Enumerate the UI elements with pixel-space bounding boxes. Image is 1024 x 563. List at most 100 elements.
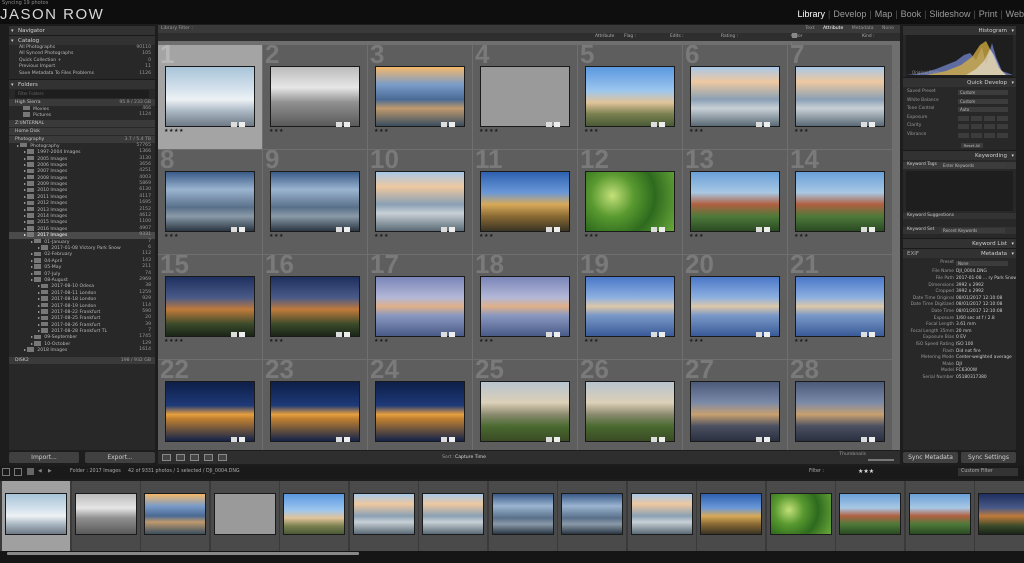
photo-thumbnail[interactable] [375,381,465,442]
photo-thumbnail[interactable] [480,66,570,127]
photo-thumbnail[interactable] [795,381,885,442]
star-rating[interactable]: ★★★ [269,338,284,344]
grid-cell[interactable]: 26 [578,360,682,450]
grid-cell[interactable]: 17 ★★★ [368,255,472,359]
grid-cell[interactable]: 11 ★★★ [473,150,577,254]
photo-thumbnail[interactable] [585,66,675,127]
photo-thumbnail[interactable] [480,276,570,337]
source-path[interactable]: Folder : 2017 Images [70,469,121,474]
star-rating[interactable]: ★★★★ [164,128,184,134]
quick-develop-step-button[interactable] [971,132,982,138]
filmstrip-thumbnail[interactable] [144,493,206,535]
filmstrip-thumbnail[interactable] [908,493,971,535]
star-rating[interactable]: ★★★ [479,338,494,344]
grid-cell[interactable]: 15 ★★★★ [158,255,262,359]
grid-cell[interactable]: 28 [788,360,892,450]
grid-cell[interactable]: 27 [683,360,787,450]
grid-cell[interactable]: 12 ★★★ [578,150,682,254]
filmstrip-cell[interactable] [419,481,487,551]
photo-thumbnail[interactable] [585,171,675,232]
filmstrip-thumbnail[interactable] [491,493,554,535]
quick-develop-step-button[interactable] [984,132,995,138]
filmstrip-thumbnail[interactable] [978,493,1024,535]
photo-thumbnail[interactable] [795,171,885,232]
star-rating[interactable]: ★★★ [479,233,494,239]
keyword-list-header[interactable]: Keyword List [903,237,1016,249]
star-rating[interactable]: ★★★ [794,128,809,134]
photo-thumbnail[interactable] [690,171,780,232]
filter-tab-metadata[interactable]: Metadata [852,26,874,31]
filmstrip-scrollbar[interactable] [0,551,1024,563]
photo-thumbnail[interactable] [165,171,255,232]
metadata-value[interactable]: 0 EV [956,335,966,342]
loupe-view-icon[interactable] [176,454,185,461]
module-web[interactable]: Web [1006,9,1024,19]
grid-cell[interactable]: 9 ★★★ [263,150,367,254]
metadata-value[interactable]: 2017-01-08 ... ry Park Snow [956,276,1016,283]
photo-thumbnail[interactable] [690,66,780,127]
filmstrip-thumbnail[interactable] [630,493,693,535]
module-map[interactable]: Map [875,9,893,19]
metadata-value[interactable]: 08/01/2017 12:10:08 [956,309,1002,316]
grid-cell[interactable]: 4 ★★★★ [473,45,577,149]
photo-thumbnail[interactable] [165,66,255,127]
filter-tab-attribute[interactable]: Attribute [823,26,843,31]
photo-thumbnail[interactable] [690,381,780,442]
volume-header[interactable]: High Sierra 95.9 / 233 GB [9,98,155,106]
photo-thumbnail[interactable] [480,381,570,442]
grid-cell[interactable]: 6 ★★★ [683,45,787,149]
grid-cell[interactable]: 19 ★★★ [578,255,682,359]
folder-filter-input[interactable]: Filter Folders [15,89,149,98]
grid-cell[interactable]: 16 ★★★ [263,255,367,359]
module-print[interactable]: Print [979,9,998,19]
filmstrip-scroll-thumb[interactable] [7,552,359,555]
star-rating[interactable]: ★★★ [584,338,599,344]
edits-filter[interactable]: Edits : [670,33,684,41]
filmstrip-cell[interactable] [697,481,765,551]
color-label-swatch[interactable] [792,33,797,38]
grid-cell[interactable]: 8 ★★★ [158,150,262,254]
keywording-header[interactable]: Keywording [903,150,1016,161]
export-button[interactable]: Export... [85,452,155,463]
compare-view-icon[interactable] [190,454,199,461]
filmstrip-thumbnail[interactable] [700,493,762,535]
metadata-header[interactable]: EXIF Metadata [903,247,1016,259]
filmstrip-cell[interactable] [558,481,626,551]
quick-develop-step-button[interactable] [997,115,1008,121]
photo-thumbnail[interactable] [480,171,570,232]
catalog-header[interactable]: Catalog [9,35,155,46]
filmstrip-thumbnail[interactable] [422,493,484,535]
filmstrip-thumbnail[interactable] [352,493,415,535]
star-rating[interactable]: ★★★ [689,338,704,344]
photo-thumbnail[interactable] [165,276,255,337]
filmstrip-thumbnail[interactable] [213,493,276,535]
grid-cell[interactable]: 10 ★★★ [368,150,472,254]
star-rating[interactable]: ★★★ [374,128,389,134]
star-rating[interactable]: ★★★ [794,233,809,239]
quick-develop-select[interactable]: Auto [958,107,1008,112]
quick-develop-step-button[interactable] [971,124,982,129]
monitor-2-icon[interactable] [14,468,22,476]
keyword-entry-area[interactable] [906,170,1013,211]
metadata-value[interactable]: 3.61 mm [956,322,976,329]
quick-develop-step-button[interactable] [971,115,982,121]
grid-cell[interactable]: 23 [263,360,367,450]
filmstrip-cell[interactable] [349,481,418,551]
rating-filter[interactable]: Rating : [721,33,738,41]
module-book[interactable]: Book [901,9,922,19]
photo-thumbnail[interactable] [375,171,465,232]
grid-cell[interactable]: 21 ★★★ [788,255,892,359]
histogram-header[interactable]: Histogram [903,25,1016,36]
photo-thumbnail[interactable] [585,381,675,442]
star-rating[interactable]: ★★★ [374,233,389,239]
filmstrip-thumbnail[interactable] [769,493,832,535]
volume-header[interactable]: DISK2 198 / 932 GB [9,356,155,364]
quick-develop-select[interactable]: Custom [958,90,1008,95]
volume-header[interactable]: Home Disk [9,127,155,135]
photo-thumbnail[interactable] [270,66,360,127]
quick-develop-step-button[interactable] [958,132,969,138]
metadata-value[interactable]: 08/01/2017 12:10:08 [956,302,1002,309]
grid-cell[interactable]: 3 ★★★ [368,45,472,149]
grid-cell[interactable]: 24 [368,360,472,450]
photo-thumbnail[interactable] [795,276,885,337]
